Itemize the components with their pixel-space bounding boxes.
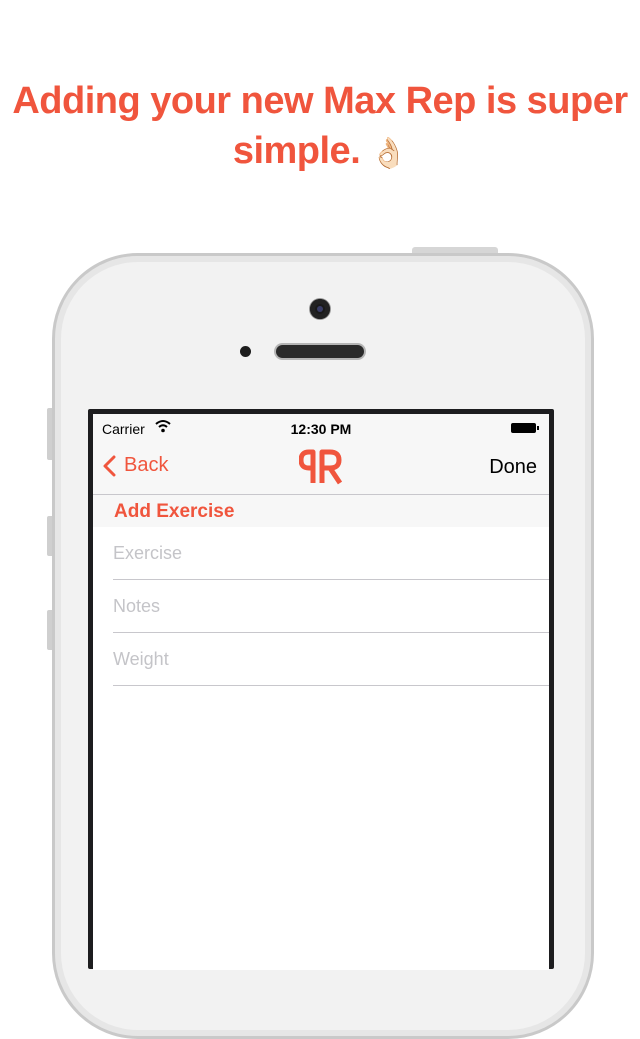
navigation-bar: Back Done	[93, 442, 549, 495]
status-bar: Carrier 12:30 PM	[93, 414, 549, 442]
battery-icon	[511, 423, 539, 433]
weight-input[interactable]	[113, 633, 549, 685]
done-button[interactable]: Done	[489, 456, 537, 479]
earpiece-speaker	[276, 345, 364, 358]
front-camera-icon	[310, 299, 330, 319]
phone-screen: Carrier 12:30 PM Back Done Add Exercise	[93, 414, 549, 970]
proximity-sensor	[240, 346, 251, 357]
ok-hand-emoji: 👌🏻	[370, 137, 408, 170]
notes-input[interactable]	[113, 580, 549, 632]
notes-field-row	[113, 580, 549, 633]
chevron-left-icon	[103, 455, 116, 476]
weight-field-row	[113, 633, 549, 686]
headline: Adding your new Max Rep is super simple.…	[0, 76, 640, 179]
section-title: Add Exercise	[114, 501, 235, 522]
status-time: 12:30 PM	[290, 421, 352, 437]
exercise-input[interactable]	[113, 527, 549, 579]
headline-line-1: Adding your new Max Rep is super	[12, 80, 628, 122]
app-logo-icon	[299, 449, 343, 485]
exercise-field-row	[113, 527, 549, 580]
back-button-label: Back	[124, 454, 169, 476]
back-button[interactable]: Back	[103, 454, 168, 477]
headline-line-2-text: simple.	[232, 130, 361, 172]
section-header: Add Exercise	[93, 495, 549, 527]
headline-line-2: simple. 👌🏻	[0, 126, 640, 179]
